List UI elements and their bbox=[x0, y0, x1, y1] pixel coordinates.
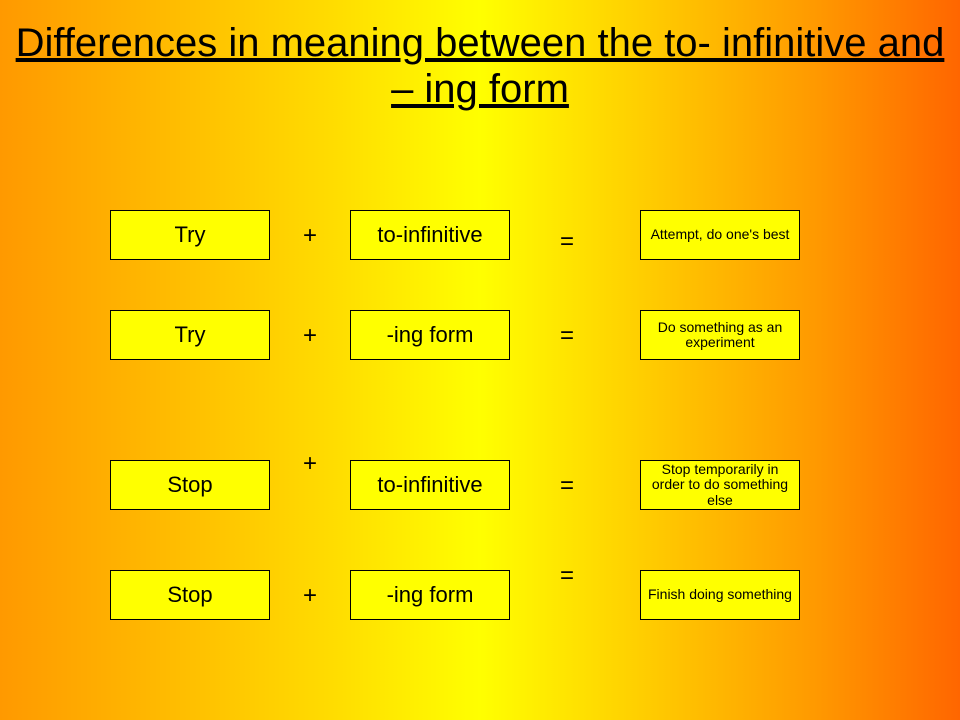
verb-box-3: Stop bbox=[110, 460, 270, 510]
equals-3: = bbox=[560, 472, 574, 500]
slide-title: Differences in meaning between the to- i… bbox=[0, 20, 960, 112]
form-box-3: to-infinitive bbox=[350, 460, 510, 510]
verb-box-4: Stop bbox=[110, 570, 270, 620]
form-box-2: -ing form bbox=[350, 310, 510, 360]
plus-1: + bbox=[303, 222, 317, 250]
plus-2: + bbox=[303, 322, 317, 350]
form-box-4: -ing form bbox=[350, 570, 510, 620]
meaning-box-2: Do something as an experiment bbox=[640, 310, 800, 360]
meaning-box-3: Stop temporarily in order to do somethin… bbox=[640, 460, 800, 510]
equals-1: = bbox=[560, 228, 574, 256]
equals-2: = bbox=[560, 322, 574, 350]
plus-4: + bbox=[303, 582, 317, 610]
form-box-1: to-infinitive bbox=[350, 210, 510, 260]
verb-box-2: Try bbox=[110, 310, 270, 360]
meaning-box-4: Finish doing something bbox=[640, 570, 800, 620]
plus-3: + bbox=[303, 450, 317, 478]
verb-box-1: Try bbox=[110, 210, 270, 260]
meaning-box-1: Attempt, do one's best bbox=[640, 210, 800, 260]
equals-4: = bbox=[560, 562, 574, 590]
